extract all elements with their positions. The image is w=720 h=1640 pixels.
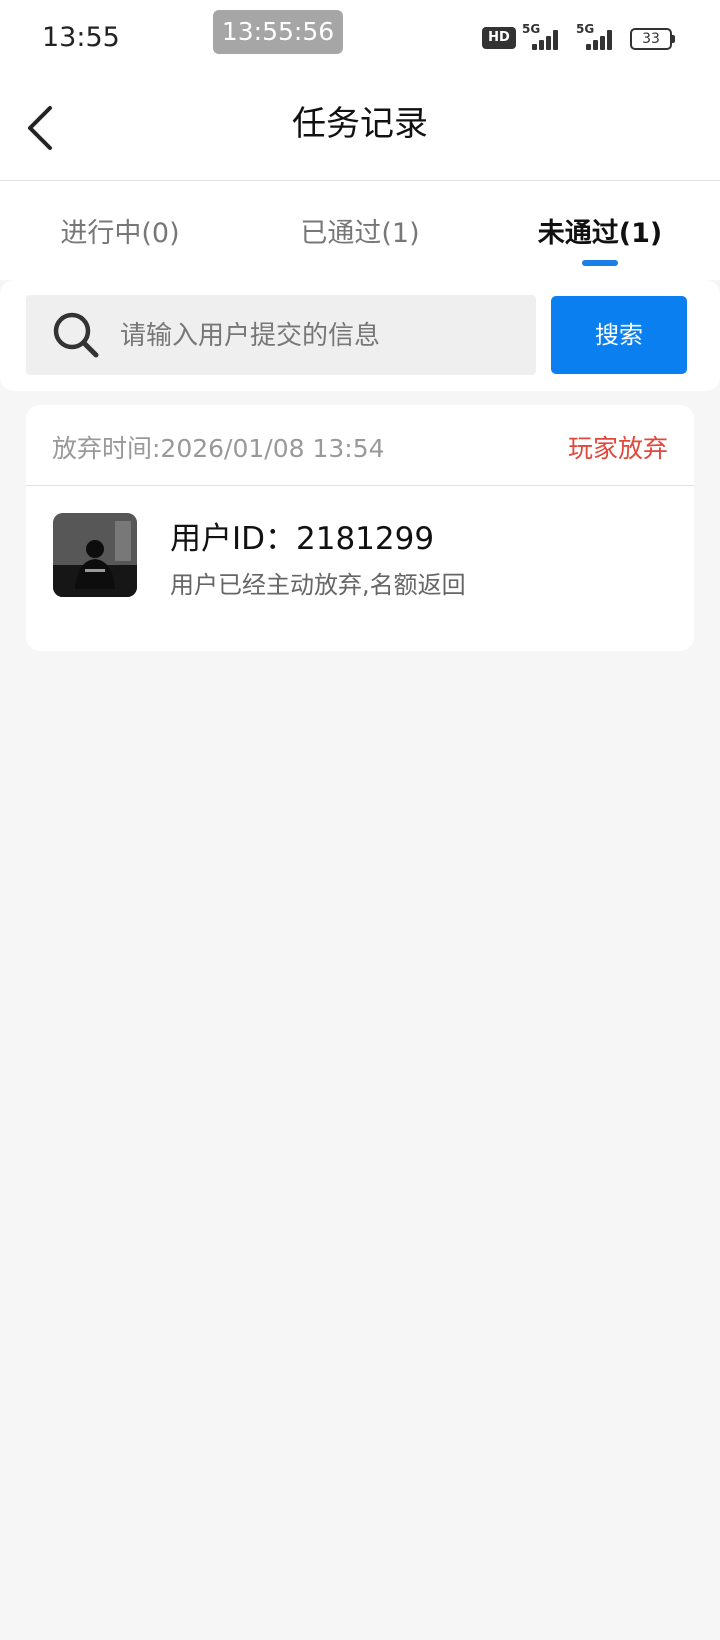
tab-not-passed[interactable]: 未通过(1) bbox=[480, 181, 720, 280]
record-description: 用户已经主动放弃,名额返回 bbox=[170, 571, 466, 599]
tab-label: 进行中(0) bbox=[60, 218, 180, 249]
search-icon bbox=[53, 312, 99, 358]
status-icons: HD 5G 5G 33 bbox=[482, 22, 682, 54]
header: 任务记录 bbox=[0, 76, 720, 181]
hd-icon: HD bbox=[482, 27, 516, 49]
signal-icon-2 bbox=[576, 28, 616, 50]
signal-icon bbox=[522, 28, 562, 50]
search-bar: 搜索 bbox=[0, 280, 720, 391]
active-tab-indicator bbox=[582, 260, 618, 266]
tab-label: 未通过(1) bbox=[537, 218, 663, 249]
user-id: 用户ID：2181299 bbox=[170, 521, 435, 557]
screen-recording-timer: 13:55:56 bbox=[213, 10, 343, 54]
record-status: 玩家放弃 bbox=[567, 434, 668, 463]
avatar bbox=[53, 513, 137, 597]
status-time: 13:55 bbox=[42, 22, 120, 53]
tab-label: 已通过(1) bbox=[300, 218, 420, 249]
page-title: 任务记录 bbox=[292, 104, 428, 144]
abandon-time: 放弃时间:2026/01/08 13:54 bbox=[52, 434, 385, 463]
back-button[interactable] bbox=[14, 100, 70, 156]
record-card-header: 放弃时间:2026/01/08 13:54 玩家放弃 bbox=[26, 405, 694, 486]
tab-bar: 进行中(0) 已通过(1) 未通过(1) bbox=[0, 181, 720, 280]
search-input[interactable] bbox=[118, 295, 522, 377]
tab-passed[interactable]: 已通过(1) bbox=[240, 181, 480, 280]
record-card[interactable]: 放弃时间:2026/01/08 13:54 玩家放弃 用户ID：2181299 … bbox=[26, 405, 694, 651]
search-button[interactable]: 搜索 bbox=[551, 296, 687, 374]
tab-in-progress[interactable]: 进行中(0) bbox=[0, 181, 240, 280]
battery-icon: 33 bbox=[630, 28, 675, 50]
chevron-left-icon bbox=[28, 106, 52, 150]
status-bar: 13:55 13:55:56 HD 5G 5G 33 bbox=[0, 0, 720, 76]
search-box[interactable] bbox=[26, 295, 536, 377]
battery-level: 33 bbox=[630, 28, 672, 50]
